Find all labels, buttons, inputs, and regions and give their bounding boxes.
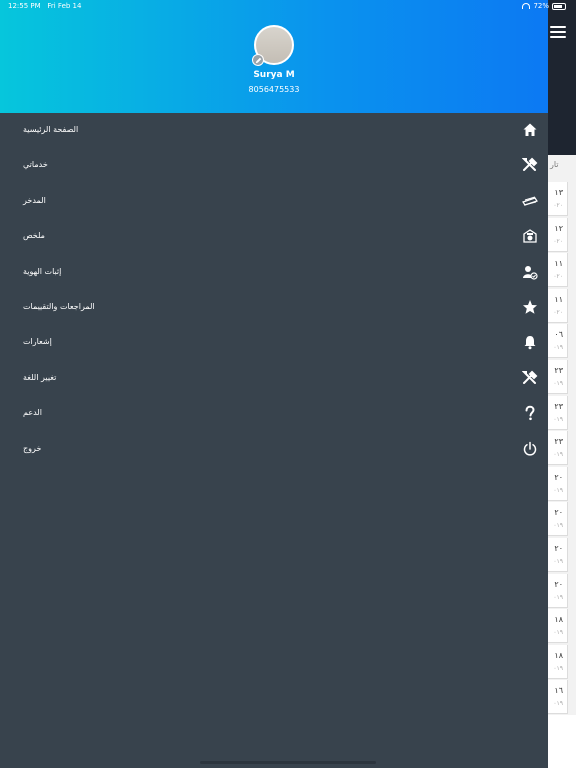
background-item-subtitle: ٠١٩ bbox=[553, 344, 563, 352]
menu-item[interactable]: المدخر bbox=[0, 184, 548, 219]
background-list-item: ٠٦ ٠١٩ bbox=[548, 324, 568, 359]
menu-item[interactable]: خروج bbox=[0, 432, 548, 467]
menu-item[interactable]: الدعم bbox=[0, 396, 548, 431]
background-list-item: ١٨ ٠١٩ bbox=[548, 609, 568, 644]
bell-icon bbox=[522, 334, 538, 350]
battery-percent: 72% bbox=[533, 2, 549, 10]
background-column-header: تار bbox=[550, 160, 559, 169]
background-item-subtitle: ٠١٩ bbox=[553, 700, 563, 708]
background-list-item: ٢٠ ٠١٩ bbox=[548, 573, 568, 608]
menu-icon[interactable] bbox=[550, 26, 566, 38]
menu-item-label: إثبات الهوية bbox=[23, 266, 62, 276]
background-list-item: ٢٠ ٠١٩ bbox=[548, 538, 568, 572]
background-item-title: ٢٠ bbox=[554, 544, 563, 553]
tools-icon bbox=[522, 157, 538, 173]
menu-item[interactable]: المراجعات والتقييمات bbox=[0, 290, 548, 325]
background-item-title: ١٦ bbox=[554, 686, 563, 696]
id-verify-icon bbox=[522, 264, 538, 280]
user-name: Surya M bbox=[253, 70, 295, 80]
wifi-icon bbox=[522, 3, 531, 9]
background-item-subtitle: ٠١٩ bbox=[553, 629, 563, 637]
menu-item[interactable]: تغيير اللغة bbox=[0, 361, 548, 396]
background-item-title: ٢٣ bbox=[554, 401, 563, 411]
background-item-subtitle: ٠٢٠ bbox=[553, 202, 563, 209]
menu-item-label: المدخر bbox=[23, 195, 46, 205]
background-item-subtitle: ٠١٩ bbox=[553, 415, 563, 423]
background-list-item: ١٣ ٠٢٠ bbox=[548, 182, 568, 216]
background-list-item: ١١ ٠٢٠ bbox=[548, 253, 568, 288]
background-item-title: ١٨ bbox=[554, 650, 563, 660]
menu-item[interactable]: خدماتي bbox=[0, 148, 548, 183]
background-item-title: ٠٦ bbox=[554, 330, 563, 340]
background-item-title: ١١ bbox=[554, 259, 563, 269]
background-list-item: ٢٣ ٠١٩ bbox=[548, 395, 568, 430]
background-item-subtitle: ٠٢٠ bbox=[553, 308, 563, 316]
background-list-item: ١٦ ٠١٩ bbox=[548, 680, 568, 715]
status-bar: 12:55 PM Fri Feb 14 72% bbox=[0, 0, 576, 14]
menu-item[interactable]: إشعارات bbox=[0, 325, 548, 360]
menu-item-label: إشعارات bbox=[23, 337, 52, 347]
background-item-title: ١٣ bbox=[554, 188, 563, 197]
background-item-title: ٢٠ bbox=[554, 508, 563, 518]
background-item-title: ١٨ bbox=[554, 615, 563, 625]
menu-item-label: خروج bbox=[23, 443, 42, 453]
background-item-title: ٢٠ bbox=[554, 579, 563, 589]
summary-icon bbox=[522, 228, 538, 244]
status-indicators: 72% bbox=[522, 2, 566, 10]
menu-item-label: خدماتي bbox=[23, 160, 48, 170]
background-item-subtitle: ٠١٩ bbox=[553, 664, 563, 672]
background-list-item: ١١ ٠٢٠ bbox=[548, 288, 568, 323]
question-icon bbox=[522, 405, 538, 421]
menu-item-label: ملخص bbox=[23, 231, 45, 241]
background-list-item: ٢٣ ٠١٩ bbox=[548, 360, 568, 394]
background-item-subtitle: ٠١٩ bbox=[553, 486, 563, 494]
menu-item[interactable]: إثبات الهوية bbox=[0, 255, 548, 290]
language-icon bbox=[522, 370, 538, 386]
background-list-item: ٢٣ ٠١٩ bbox=[548, 431, 568, 466]
background-item-subtitle: ٠٢٠ bbox=[553, 237, 563, 245]
navigation-drawer: Surya M 8056475533 الصفحة الرئيسية خدماتي… bbox=[0, 0, 548, 768]
background-list-item: ١٢ ٠٢٠ bbox=[548, 217, 568, 252]
menu-item[interactable]: الصفحة الرئيسية bbox=[0, 113, 548, 148]
background-item-title: ٢٣ bbox=[554, 437, 563, 447]
home-icon bbox=[522, 122, 538, 138]
background-item-subtitle: ٠١٩ bbox=[553, 451, 563, 459]
star-icon bbox=[522, 299, 538, 315]
background-item-subtitle: ٠١٩ bbox=[553, 522, 563, 530]
background-item-subtitle: ٠١٩ bbox=[553, 558, 563, 565]
background-list-item: ٢٠ ٠١٩ bbox=[548, 466, 568, 501]
background-list-item: ٢٠ ٠١٩ bbox=[548, 502, 568, 537]
background-list-item: ١٨ ٠١٩ bbox=[548, 644, 568, 679]
user-phone: 8056475533 bbox=[248, 85, 300, 94]
background-item-title: ١٢ bbox=[554, 223, 563, 233]
background-item-title: ٢٠ bbox=[554, 472, 563, 482]
menu-item-label: المراجعات والتقييمات bbox=[23, 302, 95, 311]
background-item-subtitle: ٠٢٠ bbox=[553, 273, 563, 281]
edit-avatar-icon[interactable] bbox=[252, 54, 264, 66]
power-icon bbox=[522, 441, 538, 457]
money-icon bbox=[522, 193, 538, 209]
background-item-title: ٢٣ bbox=[554, 366, 563, 375]
profile-header: Surya M 8056475533 bbox=[0, 0, 548, 113]
background-item-title: ١١ bbox=[554, 294, 563, 304]
menu-item-label: تغيير اللغة bbox=[23, 372, 57, 382]
background-item-subtitle: ٠١٩ bbox=[553, 380, 563, 387]
background-item-subtitle: ٠١٩ bbox=[553, 593, 563, 601]
menu-item-label: الدعم bbox=[23, 408, 42, 418]
status-time: 12:55 PM Fri Feb 14 bbox=[8, 2, 82, 10]
battery-icon bbox=[552, 2, 566, 10]
menu-item-label: الصفحة الرئيسية bbox=[23, 125, 79, 134]
home-indicator[interactable] bbox=[200, 761, 376, 764]
menu-item[interactable]: ملخص bbox=[0, 219, 548, 254]
